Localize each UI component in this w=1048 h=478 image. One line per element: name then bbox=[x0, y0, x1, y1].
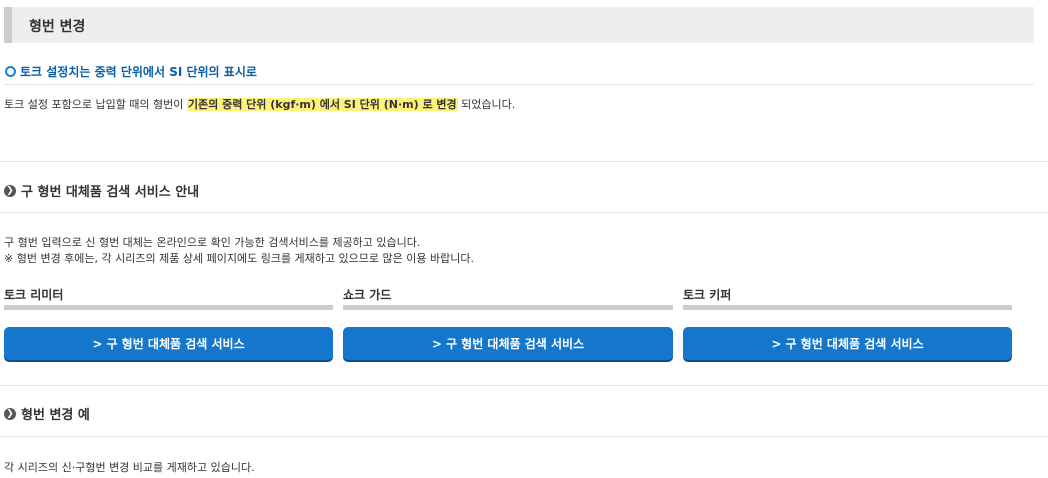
shock-guard-search-button[interactable]: > 구 형번 대체품 검색 서비스 bbox=[343, 327, 673, 360]
torque-keeper-search-button[interactable]: > 구 형번 대체품 검색 서비스 bbox=[683, 327, 1012, 360]
torque-subheading: 토크 설정치는 중력 단위에서 SI 단위의 표시로 bbox=[5, 63, 257, 80]
example-section-heading-text: 형번 변경 예 bbox=[21, 408, 90, 423]
arrow-circle-icon: ❯ bbox=[4, 407, 16, 420]
column-label-torque-keeper: 토크 키퍼 bbox=[683, 288, 732, 302]
torque-highlight: 기존의 중력 단위 (kgf·m) 에서 SI 단위 (N·m) 로 변경 bbox=[186, 98, 458, 111]
search-section-heading-text: 구 형번 대체품 검색 서비스 안내 bbox=[21, 185, 200, 200]
chevron-right-icon: > bbox=[771, 336, 782, 351]
column-label-torque-limiter: 토크 리미터 bbox=[4, 288, 64, 302]
column-label-shock-guard: 쇼크 가드 bbox=[343, 288, 392, 302]
search-section-heading: ❯ 구 형번 대체품 검색 서비스 안내 bbox=[4, 181, 199, 200]
section-divider bbox=[0, 436, 1048, 437]
page-title: 형번 변경 bbox=[29, 19, 86, 35]
search-line-2: ※ 형번 변경 후에는, 각 시리즈의 제품 상세 페이지에도 링크를 게재하고… bbox=[4, 252, 474, 265]
chevron-right-icon: > bbox=[431, 336, 442, 351]
button-label: 구 형번 대체품 검색 서비스 bbox=[785, 337, 924, 351]
torque-text-before: 토크 설정 포함으로 납입할 때의 형번이 bbox=[4, 98, 187, 111]
section-divider bbox=[0, 161, 1048, 162]
dotted-divider bbox=[4, 84, 1034, 85]
search-line-1: 구 형번 입력으로 신 형번 대체는 온라인으로 확인 가능한 검색서비스를 제… bbox=[4, 236, 421, 249]
torque-subheading-text: 토크 설정치는 중력 단위에서 SI 단위의 표시로 bbox=[20, 65, 257, 79]
torque-limiter-search-button[interactable]: > 구 형번 대체품 검색 서비스 bbox=[4, 327, 333, 360]
section-divider bbox=[0, 212, 1048, 213]
page-title-bar: 형번 변경 bbox=[4, 7, 1034, 43]
arrow-circle-icon: ❯ bbox=[4, 184, 16, 197]
torque-description: 토크 설정 포함으로 납입할 때의 형번이 기존의 중력 단위 (kgf·m) … bbox=[4, 96, 515, 112]
ring-bullet-icon bbox=[5, 66, 16, 77]
column-bar bbox=[4, 305, 333, 310]
column-bar bbox=[343, 305, 673, 310]
example-section-heading: ❯ 형번 변경 예 bbox=[4, 404, 90, 423]
section-divider bbox=[0, 385, 1048, 386]
chevron-right-icon: > bbox=[92, 336, 103, 351]
example-description: 각 시리즈의 신·구형번 변경 비교를 게재하고 있습니다. bbox=[4, 461, 255, 474]
torque-text-after: 되었습니다. bbox=[457, 98, 516, 111]
button-label: 구 형번 대체품 검색 서비스 bbox=[106, 337, 245, 351]
button-label: 구 형번 대체품 검색 서비스 bbox=[445, 337, 585, 351]
column-bar bbox=[683, 305, 1012, 310]
